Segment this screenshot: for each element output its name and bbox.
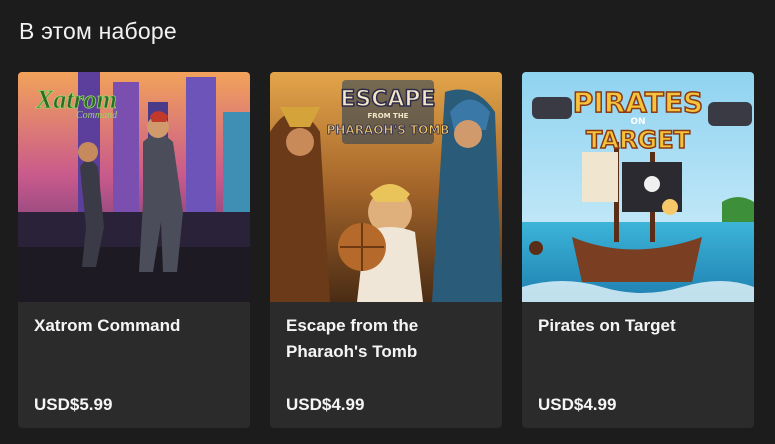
game-card-pirates-on-target[interactable]: PIRATES ON TARGET Pirates on Target USD$…: [522, 72, 754, 428]
game-card-escape-pharaohs-tomb[interactable]: ESCAPE FROM THE PHARAOH'S TOMB Escape fr…: [270, 72, 502, 428]
game-title: Pirates on Target: [538, 316, 676, 335]
game-logo-subtext: Command: [76, 110, 118, 121]
game-cover-image[interactable]: ESCAPE FROM THE PHARAOH'S TOMB: [270, 72, 502, 302]
game-title: Escape from the Pharaoh's Tomb: [286, 316, 419, 361]
game-logo-subtext: PHARAOH'S TOMB: [327, 123, 450, 137]
section-title: В этом наборе: [19, 18, 177, 44]
game-logo-midtext: FROM THE: [368, 112, 409, 120]
game-price: USD$4.99: [538, 395, 617, 414]
game-card-xatrom-command[interactable]: Xatrom Command Xatrom Command USD$5.99: [18, 72, 250, 428]
game-price: USD$4.99: [286, 395, 365, 414]
game-price: USD$5.99: [34, 395, 113, 414]
game-cover-image[interactable]: PIRATES ON TARGET: [522, 72, 754, 302]
game-title: Xatrom Command: [34, 316, 181, 335]
game-logo-text: ESCAPE: [340, 87, 435, 112]
game-cover-image[interactable]: Xatrom Command: [18, 72, 250, 302]
game-logo-subtext: TARGET: [586, 126, 691, 154]
game-logo-text: PIRATES: [573, 86, 703, 119]
